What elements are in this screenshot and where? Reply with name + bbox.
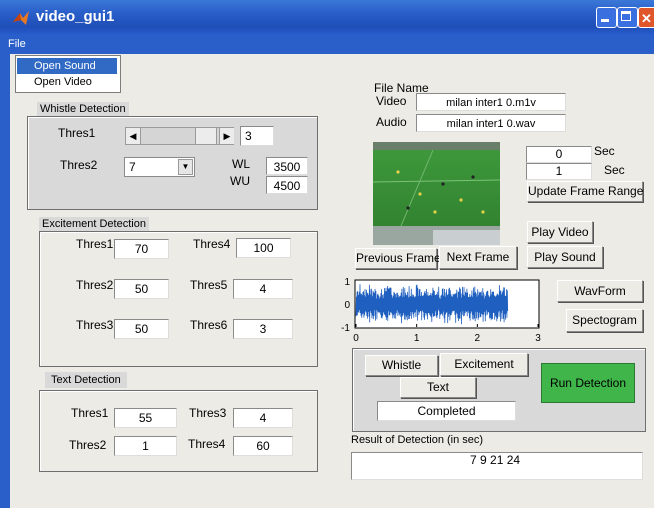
text-detection-title: Text Detection [45,372,127,388]
text-thres2-label: Thres2 [69,438,107,452]
excitement-toggle-button[interactable]: Excitement [440,353,528,376]
audio-label: Audio [376,115,407,129]
maximize-button[interactable] [617,7,638,28]
play-video-button[interactable]: Play Video [527,221,593,243]
y-tick-label: -1 [341,323,350,334]
whistle-thres1-label: Thres1 [58,126,96,140]
run-detection-button[interactable]: Run Detection [541,363,635,403]
wavform-button[interactable]: WavForm [557,280,643,302]
excitement-thres5-label: Thres5 [190,278,228,292]
whistle-wu-field[interactable]: 4500 [266,176,308,194]
whistle-thres2-label: Thres2 [60,158,98,172]
frame-start-unit: Sec [594,144,615,158]
excitement-thres2-field[interactable]: 50 [114,279,169,299]
close-button[interactable]: ✕ [638,7,654,28]
excitement-thres4-label: Thres4 [193,237,231,251]
window-title: video_gui1 [36,8,115,25]
text-thres1-field[interactable]: 55 [114,408,177,428]
audio-file-field[interactable]: milan inter1 0.wav [416,114,566,132]
text-thres1-label: Thres1 [71,406,109,420]
video-file-field[interactable]: milan inter1 0.m1v [416,93,566,111]
close-icon: ✕ [641,11,652,26]
whistle-thres2-select[interactable]: 7 ▼ [124,157,195,177]
play-sound-button[interactable]: Play Sound [527,246,603,268]
excitement-thres3-label: Thres3 [76,318,114,332]
whistle-wl-field[interactable]: 3500 [266,157,308,175]
excitement-thres1-label: Thres1 [76,237,114,251]
x-tick-label: 0 [353,333,359,344]
arrow-right-icon[interactable]: ▶ [219,128,234,144]
whistle-wu-label: WU [230,174,250,188]
x-tick-label: 1 [414,333,420,344]
chevron-down-icon[interactable]: ▼ [178,159,193,175]
minimize-button[interactable] [596,7,617,28]
spectogram-button[interactable]: Spectogram [566,309,643,332]
x-tick-label: 3 [535,333,541,344]
next-frame-button[interactable]: Next Frame [439,246,517,269]
whistle-detection-title: Whistle Detection [37,102,129,116]
excitement-detection-title: Excitement Detection [39,217,149,231]
y-tick-label: 0 [344,300,350,311]
whistle-thres2-value: 7 [129,160,136,174]
status-field: Completed [377,401,516,421]
result-field: 7 9 21 24 [351,452,643,480]
text-thres3-label: Thres3 [189,406,227,420]
whistle-wl-label: WL [232,157,250,171]
excitement-thres6-label: Thres6 [190,318,228,332]
y-tick-label: 1 [344,277,350,288]
excitement-thres1-field[interactable]: 70 [114,239,169,259]
excitement-thres3-field[interactable]: 50 [114,319,169,339]
x-tick-label: 2 [475,333,481,344]
menu-file[interactable]: File [8,38,26,50]
menu-item-open-sound[interactable]: Open Sound [17,58,117,74]
video-frame-preview [373,142,500,245]
excitement-thres6-field[interactable]: 3 [233,319,293,339]
video-label: Video [376,94,407,108]
result-label: Result of Detection (in sec) [351,434,484,446]
slider-thumb[interactable] [195,128,217,144]
menu-item-open-video[interactable]: Open Video [17,74,117,90]
whistle-thres1-field[interactable]: 3 [240,126,274,146]
excitement-thres2-label: Thres2 [76,278,114,292]
text-thres2-field[interactable]: 1 [114,436,177,456]
text-thres4-field[interactable]: 60 [233,436,293,456]
frame-end-unit: Sec [604,163,625,177]
text-thres4-label: Thres4 [188,437,226,451]
arrow-left-icon[interactable]: ◀ [126,128,141,144]
excitement-thres5-field[interactable]: 4 [233,279,293,299]
waveform-plot: 10-1 0123 [341,277,541,344]
frame-end-field[interactable]: 1 [526,163,592,180]
update-frame-range-button[interactable]: Update Frame Range [527,181,643,202]
file-menu-dropdown: Open Sound Open Video [15,55,121,93]
previous-frame-button[interactable]: Previous Frame [355,248,441,269]
matlab-icon [13,11,29,25]
text-detection-panel [39,390,318,472]
whistle-toggle-button[interactable]: Whistle [365,355,438,376]
window-border [0,54,10,508]
frame-start-field[interactable]: 0 [526,146,592,163]
text-toggle-button[interactable]: Text [400,377,476,398]
text-thres3-field[interactable]: 4 [233,408,293,428]
excitement-thres4-field[interactable]: 100 [236,238,291,258]
menu-bar [0,36,654,54]
whistle-thres1-slider[interactable]: ◀ ▶ [125,127,234,145]
